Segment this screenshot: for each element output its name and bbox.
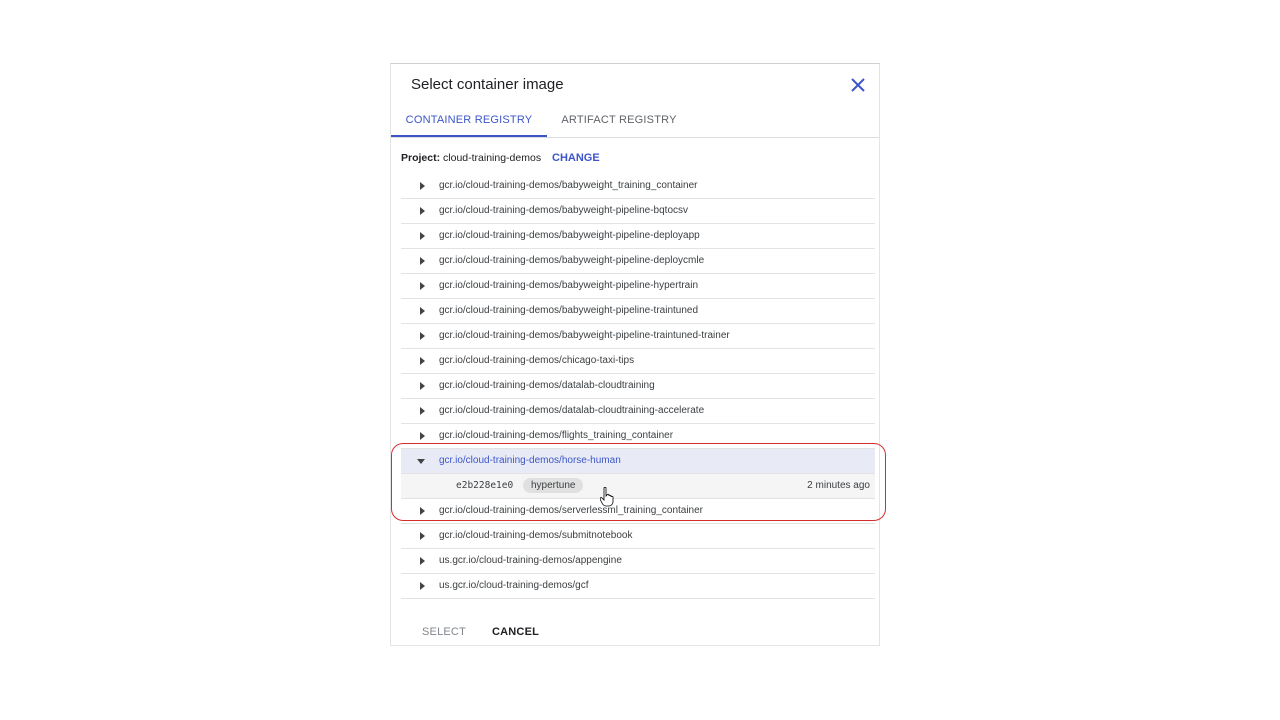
project-line: Project: cloud-training-demos CHANGE xyxy=(401,152,600,164)
dialog-title: Select container image xyxy=(411,76,564,93)
image-path: gcr.io/cloud-training-demos/babyweight_t… xyxy=(439,180,698,191)
caret-right-icon[interactable] xyxy=(420,407,425,415)
caret-right-icon[interactable] xyxy=(420,332,425,340)
image-path: gcr.io/cloud-training-demos/chicago-taxi… xyxy=(439,355,635,366)
tab-artifact-registry[interactable]: ARTIFACT REGISTRY xyxy=(557,106,681,137)
image-path: us.gcr.io/cloud-training-demos/appengine xyxy=(439,555,622,566)
project-label: Project: xyxy=(401,152,441,164)
caret-right-icon[interactable] xyxy=(420,432,425,440)
image-row[interactable]: gcr.io/cloud-training-demos/babyweight-p… xyxy=(401,224,875,249)
caret-right-icon[interactable] xyxy=(420,532,425,540)
image-row[interactable]: us.gcr.io/cloud-training-demos/gcf xyxy=(401,574,875,599)
caret-down-icon[interactable] xyxy=(417,459,425,464)
project-name: cloud-training-demos xyxy=(443,152,542,164)
image-row[interactable]: gcr.io/cloud-training-demos/chicago-taxi… xyxy=(401,349,875,374)
image-path: gcr.io/cloud-training-demos/babyweight-p… xyxy=(439,305,699,316)
image-path: gcr.io/cloud-training-demos/datalab-clou… xyxy=(439,380,655,391)
caret-right-icon[interactable] xyxy=(420,182,425,190)
image-row[interactable]: gcr.io/cloud-training-demos/babyweight-p… xyxy=(401,324,875,349)
caret-right-icon[interactable] xyxy=(420,557,425,565)
image-row[interactable]: gcr.io/cloud-training-demos/datalab-clou… xyxy=(401,399,875,424)
caret-right-icon[interactable] xyxy=(420,207,425,215)
select-container-image-dialog: Select container image CONTAINER REGISTR… xyxy=(390,63,880,646)
image-path: us.gcr.io/cloud-training-demos/gcf xyxy=(439,580,589,591)
caret-right-icon[interactable] xyxy=(420,507,425,515)
close-icon[interactable] xyxy=(847,74,869,96)
image-path: gcr.io/cloud-training-demos/flights_trai… xyxy=(439,430,674,441)
image-path: gcr.io/cloud-training-demos/babyweight-p… xyxy=(439,330,730,341)
image-path: gcr.io/cloud-training-demos/babyweight-p… xyxy=(439,205,689,216)
image-path: gcr.io/cloud-training-demos/babyweight-p… xyxy=(439,280,699,291)
image-row[interactable]: gcr.io/cloud-training-demos/horse-human xyxy=(401,449,875,474)
select-button[interactable]: SELECT xyxy=(422,626,466,638)
caret-right-icon[interactable] xyxy=(420,282,425,290)
caret-right-icon[interactable] xyxy=(420,357,425,365)
image-path: gcr.io/cloud-training-demos/serverlessml… xyxy=(439,505,704,516)
image-version-row[interactable]: e2b228e1e0 hypertune 2 minutes ago xyxy=(401,474,875,499)
caret-right-icon[interactable] xyxy=(420,582,425,590)
caret-right-icon[interactable] xyxy=(420,307,425,315)
caret-right-icon[interactable] xyxy=(420,232,425,240)
image-age: 2 minutes ago xyxy=(807,480,870,491)
image-digest: e2b228e1e0 xyxy=(456,480,514,491)
image-row[interactable]: gcr.io/cloud-training-demos/babyweight-p… xyxy=(401,299,875,324)
change-project-button[interactable]: CHANGE xyxy=(552,152,600,164)
image-path: gcr.io/cloud-training-demos/horse-human xyxy=(439,455,621,466)
image-row[interactable]: gcr.io/cloud-training-demos/babyweight-p… xyxy=(401,199,875,224)
image-row[interactable]: us.gcr.io/cloud-training-demos/appengine xyxy=(401,549,875,574)
image-tag-chip: hypertune xyxy=(523,478,584,493)
image-path: gcr.io/cloud-training-demos/datalab-clou… xyxy=(439,405,705,416)
image-row[interactable]: gcr.io/cloud-training-demos/babyweight-p… xyxy=(401,274,875,299)
image-list: gcr.io/cloud-training-demos/babyweight_t… xyxy=(401,174,875,599)
tab-container-registry[interactable]: CONTAINER REGISTRY xyxy=(391,106,547,137)
tab-bar: CONTAINER REGISTRY ARTIFACT REGISTRY xyxy=(391,106,879,138)
image-row[interactable]: gcr.io/cloud-training-demos/serverlessml… xyxy=(401,499,875,524)
image-path: gcr.io/cloud-training-demos/babyweight-p… xyxy=(439,255,705,266)
image-path: gcr.io/cloud-training-demos/babyweight-p… xyxy=(439,230,700,241)
image-path: gcr.io/cloud-training-demos/submitnotebo… xyxy=(439,530,633,541)
cancel-button[interactable]: CANCEL xyxy=(492,626,539,638)
image-row[interactable]: gcr.io/cloud-training-demos/submitnotebo… xyxy=(401,524,875,549)
image-row[interactable]: gcr.io/cloud-training-demos/babyweight_t… xyxy=(401,174,875,199)
caret-right-icon[interactable] xyxy=(420,257,425,265)
caret-right-icon[interactable] xyxy=(420,382,425,390)
image-row[interactable]: gcr.io/cloud-training-demos/flights_trai… xyxy=(401,424,875,449)
image-row[interactable]: gcr.io/cloud-training-demos/babyweight-p… xyxy=(401,249,875,274)
image-row[interactable]: gcr.io/cloud-training-demos/datalab-clou… xyxy=(401,374,875,399)
